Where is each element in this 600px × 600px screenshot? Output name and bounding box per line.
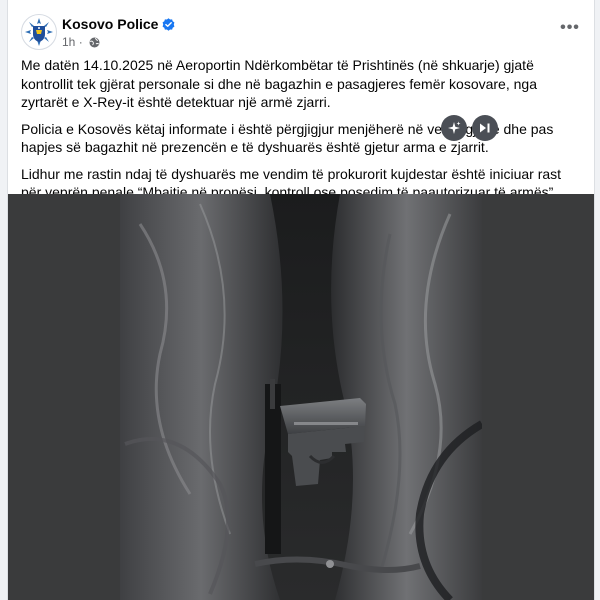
globe-icon[interactable] — [89, 37, 100, 48]
post-paragraph-1: Me datën 14.10.2025 në Aeroportin Ndërko… — [21, 57, 537, 110]
post-timestamp[interactable]: 1h — [62, 35, 75, 49]
bag-with-firearm-image — [120, 194, 482, 600]
kosovo-police-emblem-icon — [23, 16, 55, 48]
page-avatar[interactable] — [21, 14, 57, 50]
skip-forward-button[interactable] — [472, 115, 498, 141]
more-horizontal-icon: ••• — [560, 19, 580, 36]
post-meta: 1h · — [62, 35, 100, 49]
post-header: Kosovo Police 1h · ••• — [8, 0, 594, 56]
post-text: Me datën 14.10.2025 në Aeroportin Ndërko… — [21, 56, 583, 210]
page-name[interactable]: Kosovo Police — [62, 16, 175, 32]
post-photo[interactable] — [120, 194, 482, 600]
post-paragraph-2: Policia e Kosovës këtaj informate i ësht… — [21, 120, 554, 156]
more-options-button[interactable]: ••• — [558, 18, 582, 42]
post-card: Kosovo Police 1h · ••• Me datën 14.10.20… — [7, 0, 595, 600]
verified-badge-icon — [163, 18, 175, 31]
sparkle-icon — [448, 121, 461, 134]
sparkle-button[interactable] — [441, 115, 467, 141]
post-media — [8, 194, 594, 600]
skip-forward-icon — [480, 123, 490, 133]
page-name-label[interactable]: Kosovo Police — [62, 16, 158, 32]
